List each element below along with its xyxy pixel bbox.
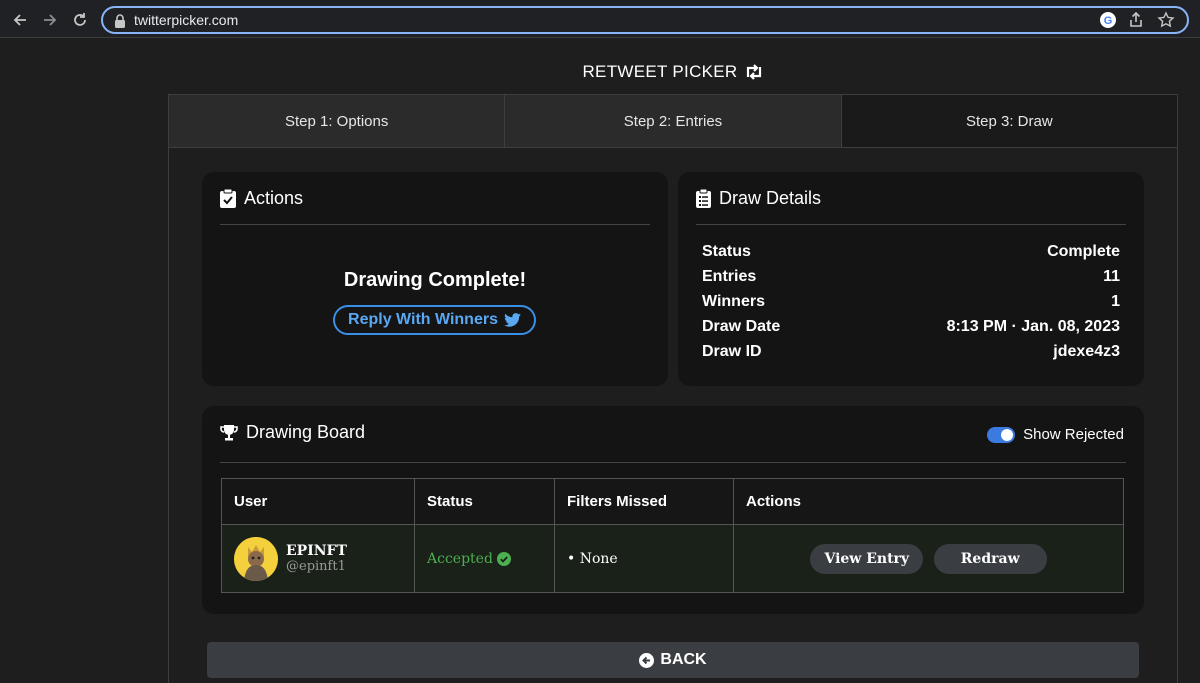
actions-card-header: Actions: [220, 188, 303, 209]
tab-step-draw[interactable]: Step 3: Draw: [841, 95, 1177, 147]
column-header-filters-missed: Filters Missed: [554, 478, 734, 525]
avatar-image: [234, 536, 278, 581]
address-bar[interactable]: twitterpicker.com G: [101, 6, 1189, 34]
page-title-text: RETWEET PICKER: [582, 62, 738, 81]
twitter-bird-icon: [504, 313, 521, 327]
detail-row-draw-date: Draw Date 8:13 PM · Jan. 08, 2023: [702, 318, 1120, 342]
show-rejected-label: Show Rejected: [1023, 426, 1124, 443]
detail-row-draw-id: Draw ID jdexe4z3: [702, 343, 1120, 367]
entries-table: User Status Filters Missed Actions EPINF…: [221, 478, 1124, 593]
clipboard-check-icon: [220, 189, 236, 208]
check-circle-icon: [496, 551, 511, 566]
show-rejected-control: Show Rejected: [987, 426, 1124, 443]
detail-value: jdexe4z3: [1053, 343, 1120, 360]
detail-value: Complete: [1047, 243, 1120, 260]
detail-label: Winners: [702, 293, 765, 310]
back-button[interactable]: BACK: [207, 642, 1139, 678]
redraw-button[interactable]: Redraw: [933, 543, 1047, 574]
step-tabs: Step 1: Options Step 2: Entries Step 3: …: [168, 94, 1178, 148]
detail-value: 1: [1111, 293, 1120, 310]
column-header-actions: Actions: [733, 478, 1124, 525]
drawing-board-title: Drawing Board: [246, 422, 366, 442]
tab-step-options[interactable]: Step 1: Options: [169, 95, 506, 147]
draw-details-title: Draw Details: [719, 188, 822, 208]
view-entry-button[interactable]: View Entry: [810, 543, 924, 574]
lock-icon: [115, 14, 125, 28]
draw-details-header: Draw Details: [696, 188, 821, 209]
clipboard-list-icon: [696, 189, 711, 208]
avatar[interactable]: [234, 536, 278, 581]
user-handle[interactable]: @epinft1: [286, 559, 347, 574]
divider: [220, 224, 650, 225]
table-row: EPINFT @epinft1 Accepted • None View Ent…: [221, 524, 1124, 593]
retweet-icon: [746, 64, 761, 80]
column-header-status: Status: [414, 478, 555, 525]
detail-label: Entries: [702, 268, 757, 285]
drawing-board-card: Drawing Board Show Rejected User Status …: [202, 406, 1144, 614]
table-header-row: User Status Filters Missed Actions: [221, 478, 1124, 525]
back-button-label: BACK: [660, 651, 707, 668]
detail-value: 11: [1103, 268, 1120, 285]
status-text: Accepted: [427, 550, 493, 567]
user-display-name[interactable]: EPINFT: [286, 543, 347, 559]
arrow-left-circle-icon: [639, 652, 655, 668]
google-icon[interactable]: G: [1099, 11, 1117, 29]
actions-card: Actions Drawing Complete! Reply With Win…: [202, 172, 668, 386]
back-arrow-icon[interactable]: [9, 9, 31, 31]
detail-row-entries: Entries 11: [702, 268, 1120, 292]
actions-cell: View Entry Redraw: [733, 524, 1124, 593]
actions-card-title: Actions: [244, 188, 304, 208]
filters-missed-cell: • None: [554, 524, 734, 593]
detail-label: Draw Date: [702, 318, 781, 335]
column-header-user: User: [221, 478, 415, 525]
forward-arrow-icon[interactable]: [39, 9, 61, 31]
detail-row-winners: Winners 1: [702, 293, 1120, 317]
url-text: twitterpicker.com: [134, 12, 239, 28]
status-cell: Accepted: [414, 524, 555, 593]
detail-value: 8:13 PM · Jan. 08, 2023: [946, 318, 1120, 335]
reply-button-label: Reply With Winners: [348, 311, 498, 328]
svg-text:G: G: [1104, 15, 1113, 27]
detail-row-status: Status Complete: [702, 243, 1120, 267]
drawing-status-heading: Drawing Complete!: [343, 269, 527, 291]
detail-label: Status: [702, 243, 751, 260]
toggle-knob: [1001, 428, 1014, 441]
share-icon[interactable]: [1127, 11, 1145, 29]
divider: [696, 224, 1126, 225]
show-rejected-toggle[interactable]: [987, 426, 1016, 443]
divider: [220, 462, 1126, 463]
reply-with-winners-button[interactable]: Reply With Winners: [333, 305, 536, 335]
page-title: RETWEET PICKER: [0, 62, 1200, 82]
bookmark-star-icon[interactable]: [1157, 11, 1175, 29]
tab-step-entries[interactable]: Step 2: Entries: [505, 95, 842, 147]
reload-icon[interactable]: [69, 9, 91, 31]
draw-details-card: Draw Details Status Complete Entries 11 …: [678, 172, 1144, 386]
browser-toolbar: twitterpicker.com G: [0, 0, 1200, 38]
drawing-board-header: Drawing Board: [220, 422, 365, 443]
detail-label: Draw ID: [702, 343, 762, 360]
user-cell: EPINFT @epinft1: [221, 524, 415, 593]
trophy-icon: [220, 425, 238, 441]
status-accepted: Accepted: [427, 551, 542, 567]
